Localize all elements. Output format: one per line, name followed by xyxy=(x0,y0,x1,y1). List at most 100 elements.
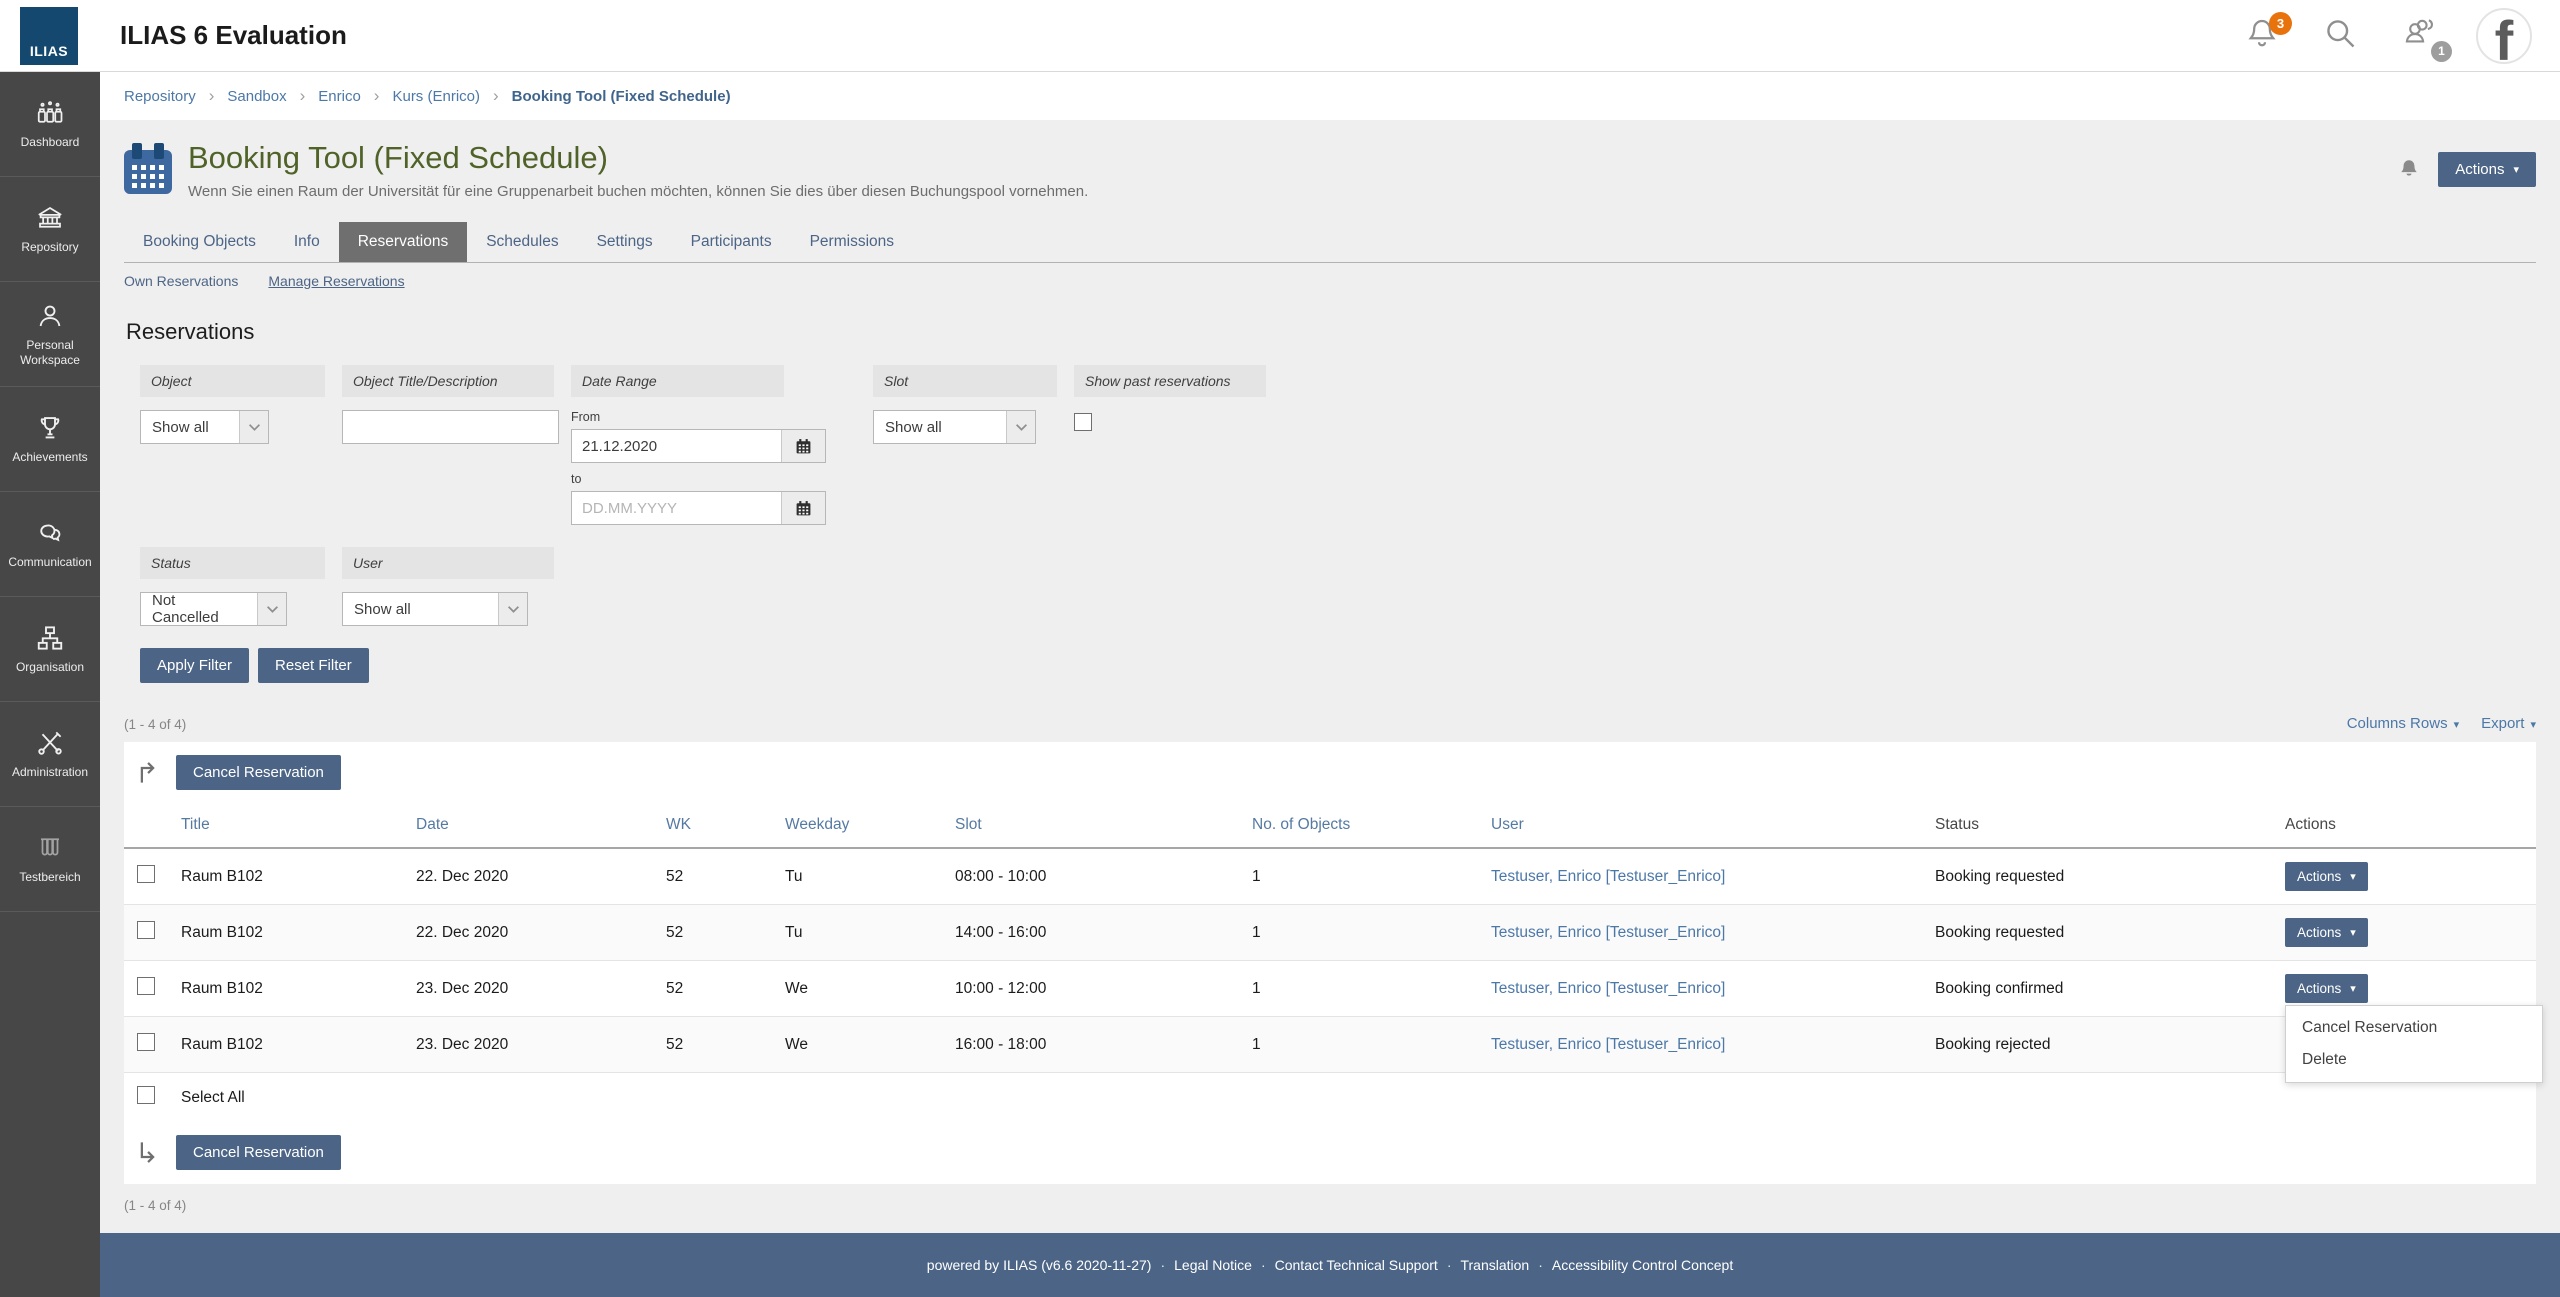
breadcrumb-link[interactable]: Enrico xyxy=(318,88,361,105)
footer-link-contact-technical-support[interactable]: Contact Technical Support xyxy=(1275,1257,1438,1273)
breadcrumb-link[interactable]: Repository xyxy=(124,88,196,105)
tab-booking-objects[interactable]: Booking Objects xyxy=(124,222,275,262)
tab-schedules[interactable]: Schedules xyxy=(467,222,577,262)
sidebar-item-dashboard[interactable]: Dashboard xyxy=(0,72,100,177)
notification-center-button[interactable]: 3 xyxy=(2242,11,2292,56)
date-to-label: to xyxy=(571,472,582,486)
filter-label-slot: Slot xyxy=(873,365,1057,397)
status-select[interactable]: Not Cancelled xyxy=(140,592,287,626)
select-all-checkbox[interactable] xyxy=(137,1086,155,1104)
row-checkbox[interactable] xyxy=(137,1033,155,1051)
column-header-wk[interactable]: WK xyxy=(653,804,772,849)
chevron-down-icon: ▾ xyxy=(2350,871,2356,883)
ilias-logo[interactable]: ILIAS xyxy=(20,6,78,65)
calendar-icon[interactable] xyxy=(781,492,825,524)
avatar[interactable]: f xyxy=(2476,7,2532,64)
row-checkbox[interactable] xyxy=(137,977,155,995)
chevron-down-icon: ▾ xyxy=(2453,719,2460,731)
column-header-title[interactable]: Title xyxy=(168,804,403,849)
sidebar-item-testbereich[interactable]: Testbereich xyxy=(0,807,100,912)
menu-item-cancel-reservation[interactable]: Cancel Reservation xyxy=(2286,1012,2542,1044)
footer-link-accessibility-control-concept[interactable]: Accessibility Control Concept xyxy=(1552,1257,1733,1273)
cell-date: 22. Dec 2020 xyxy=(403,848,653,905)
column-header-weekday[interactable]: Weekday xyxy=(772,804,942,849)
footer-link-legal-notice[interactable]: Legal Notice xyxy=(1174,1257,1252,1273)
columns-rows-dropdown[interactable]: Columns Rows ▾ xyxy=(2347,715,2459,732)
footer-link-translation[interactable]: Translation xyxy=(1460,1257,1529,1273)
breadcrumb-link[interactable]: Sandbox xyxy=(227,88,286,105)
column-header-slot[interactable]: Slot xyxy=(942,804,1239,849)
cell-status: Booking confirmed xyxy=(1922,960,2272,1017)
result-count-bottom: (1 - 4 of 4) xyxy=(124,1198,187,1213)
date-to-input[interactable] xyxy=(572,492,781,524)
row-checkbox[interactable] xyxy=(137,921,155,939)
tab-settings[interactable]: Settings xyxy=(578,222,672,262)
row-actions-menu: Cancel Reservation Delete xyxy=(2285,1005,2543,1083)
row-actions-button[interactable]: Actions▾ xyxy=(2285,918,2368,947)
cell-slot: 16:00 - 18:00 xyxy=(942,1016,1239,1073)
sidebar-item-administration[interactable]: Administration xyxy=(0,702,100,807)
breadcrumb-link[interactable]: Booking Tool (Fixed Schedule) xyxy=(512,88,731,105)
user-link[interactable]: Testuser, Enrico [Testuser_Enrico] xyxy=(1491,924,1725,941)
chevron-down-icon: ▾ xyxy=(2350,927,2356,939)
object-notification-bell-icon[interactable] xyxy=(2396,157,2422,183)
filter-label-show-past: Show past reservations xyxy=(1074,365,1266,397)
footer-separator: · xyxy=(1260,1257,1266,1273)
booking-pool-icon xyxy=(124,143,172,194)
bulk-action-top: Cancel Reservation xyxy=(124,742,2536,804)
row-actions-button[interactable]: Actions▾ xyxy=(2285,974,2368,1003)
search-button[interactable] xyxy=(2320,16,2360,56)
topbar-actions: 3 1 f xyxy=(2242,7,2532,64)
filter-label-object: Object xyxy=(140,365,325,397)
chevron-down-icon: ▾ xyxy=(2513,164,2519,176)
apply-filter-button[interactable]: Apply Filter xyxy=(140,648,250,683)
tab-permissions[interactable]: Permissions xyxy=(791,222,913,262)
sidebar-item-repository[interactable]: Repository xyxy=(0,177,100,282)
chevron-right-icon: › xyxy=(208,86,215,105)
tab-info[interactable]: Info xyxy=(275,222,339,262)
cell-status: Booking requested xyxy=(1922,848,2272,905)
tab-reservations[interactable]: Reservations xyxy=(338,222,468,262)
column-header-date[interactable]: Date xyxy=(403,804,653,849)
subtab-manage-reservations[interactable]: Manage Reservations xyxy=(268,273,404,289)
user-select[interactable]: Show all xyxy=(342,592,528,626)
footer-separator: · xyxy=(1538,1257,1543,1273)
arrow-up-right-icon xyxy=(134,759,161,786)
user-link[interactable]: Testuser, Enrico [Testuser_Enrico] xyxy=(1491,980,1725,997)
breadcrumb-link[interactable]: Kurs (Enrico) xyxy=(392,88,480,105)
object-select[interactable]: Show all xyxy=(140,410,269,444)
column-header-user[interactable]: User xyxy=(1478,804,1922,849)
online-users-button[interactable]: 1 xyxy=(2398,16,2452,62)
column-header-no-of-objects[interactable]: No. of Objects xyxy=(1239,804,1478,849)
show-past-checkbox[interactable] xyxy=(1074,413,1092,431)
page-actions-button[interactable]: Actions ▾ xyxy=(2438,152,2536,187)
cell-objects: 1 xyxy=(1239,960,1478,1017)
row-actions-button[interactable]: Actions▾ xyxy=(2285,862,2368,891)
user-link[interactable]: Testuser, Enrico [Testuser_Enrico] xyxy=(1491,868,1725,885)
title-desc-input[interactable] xyxy=(342,410,559,444)
sidebar-item-personal-workspace[interactable]: Personal Workspace xyxy=(0,282,100,387)
subtab-own-reservations[interactable]: Own Reservations xyxy=(124,273,238,289)
reset-filter-button[interactable]: Reset Filter xyxy=(258,648,369,683)
table-view-controls: Columns Rows ▾ Export ▾ xyxy=(2347,715,2536,732)
reservations-table: Title Date WK Weekday Slot No. of Objects User… xyxy=(124,804,2543,1122)
sidebar-item-communication[interactable]: Communication xyxy=(0,492,100,597)
export-dropdown[interactable]: Export ▾ xyxy=(2481,715,2536,732)
tab-participants[interactable]: Participants xyxy=(672,222,791,262)
cancel-reservation-top-button[interactable]: Cancel Reservation xyxy=(176,755,341,790)
powered-by-text: powered by ILIAS (v6.6 2020-11-27) xyxy=(926,1257,1152,1273)
menu-item-delete[interactable]: Delete xyxy=(2286,1044,2542,1076)
sidebar-item-achievements[interactable]: Achievements xyxy=(0,387,100,492)
bulk-action-bottom: Cancel Reservation xyxy=(124,1122,2536,1184)
filter-label-user: User xyxy=(342,547,554,579)
sidebar-item-organisation[interactable]: Organisation xyxy=(0,597,100,702)
footer: powered by ILIAS (v6.6 2020-11-27) · Legal… xyxy=(100,1233,2560,1297)
column-header-actions: Actions xyxy=(2272,804,2536,849)
slot-select[interactable]: Show all xyxy=(873,410,1036,444)
cancel-reservation-bottom-button[interactable]: Cancel Reservation xyxy=(176,1135,341,1170)
section-title: Reservations xyxy=(126,319,255,344)
calendar-icon[interactable] xyxy=(781,430,825,462)
row-checkbox[interactable] xyxy=(137,865,155,883)
date-from-input[interactable] xyxy=(572,430,781,462)
user-link[interactable]: Testuser, Enrico [Testuser_Enrico] xyxy=(1491,1036,1725,1053)
